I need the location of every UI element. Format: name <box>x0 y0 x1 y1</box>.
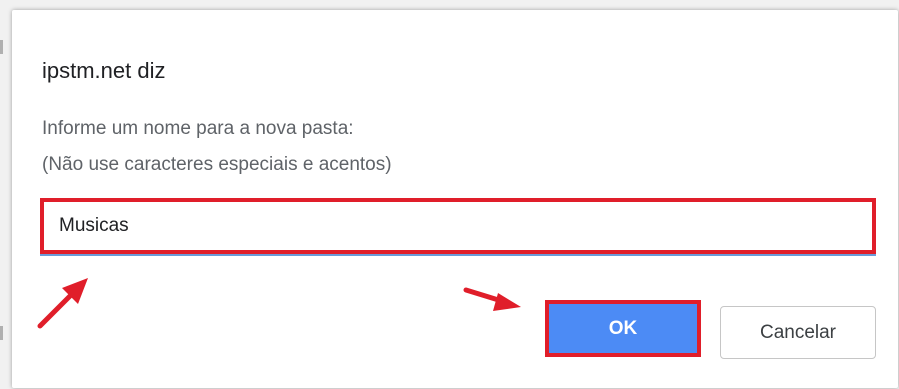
screenshot-stage: ipstm.net diz Informe um nome para a nov… <box>0 0 899 389</box>
dialog-message-line-1: Informe um nome para a nova pasta: <box>42 118 354 139</box>
background-edge-mark <box>0 40 3 54</box>
dialog-message-line-2: (Não use caracteres especiais e acentos) <box>42 154 392 175</box>
dialog-title: ipstm.net diz <box>42 58 166 83</box>
prompt-dialog: ipstm.net diz Informe um nome para a nov… <box>12 10 898 388</box>
ok-button[interactable]: OK <box>549 304 697 353</box>
cancel-button[interactable]: Cancelar <box>720 306 876 359</box>
folder-name-field-wrapper <box>40 198 876 256</box>
background-edge-mark <box>0 326 3 340</box>
folder-name-input[interactable] <box>40 198 876 254</box>
